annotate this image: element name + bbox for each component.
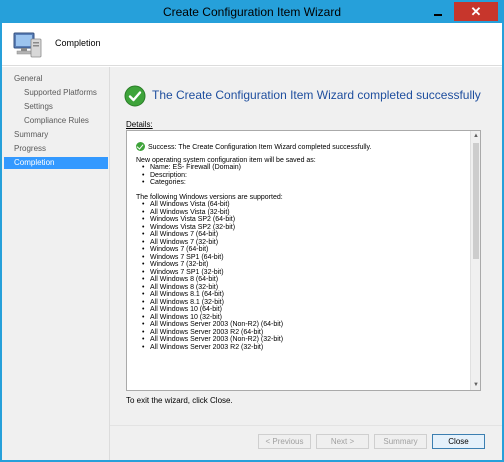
version-item: All Windows 10 (64-bit) [136,306,461,314]
details-box[interactable]: Success: The Create Configuration Item W… [126,130,481,391]
version-item: All Windows 8 (64-bit) [136,276,461,284]
version-item: All Windows Server 2003 (Non-R2) (32-bit… [136,336,461,344]
next-button[interactable]: Next > [316,434,369,449]
version-item: Windows Vista SP2 (32-bit) [136,224,461,232]
version-item: All Windows Vista (32-bit) [136,209,461,217]
version-item: All Windows 8 (32-bit) [136,284,461,292]
nav-item-completion[interactable]: Completion [4,157,108,169]
success-text: Success: The Create Configuration Item W… [148,144,372,151]
wizard-banner: Completion [2,23,502,66]
nav-item-supported-platforms[interactable]: Supported Platforms [4,87,108,99]
nav-item-progress[interactable]: Progress [4,143,108,155]
success-line: Success: The Create Configuration Item W… [136,142,461,151]
scroll-up-icon[interactable]: ▲ [471,131,480,141]
nav-item-compliance-rules[interactable]: Compliance Rules [4,115,108,127]
version-item: All Windows Server 2003 R2 (32-bit) [136,344,461,352]
version-item: All Windows 7 (32-bit) [136,239,461,247]
version-item: Windows 7 (64-bit) [136,246,461,254]
nav-item-summary[interactable]: Summary [4,129,108,141]
summary-button[interactable]: Summary [374,434,427,449]
wizard-nav: General Supported Platforms Settings Com… [2,67,110,460]
wizard-body: Completion General Supported Platforms S… [2,23,502,460]
nav-item-general[interactable]: General [4,73,108,85]
minimize-button[interactable] [426,2,450,21]
success-mini-icon [136,142,145,151]
computer-icon [13,32,42,58]
success-check-icon [124,85,146,107]
completion-headline: The Create Configuration Item Wizard com… [152,88,481,102]
version-item: Windows 7 SP1 (64-bit) [136,254,461,262]
previous-button[interactable]: < Previous [258,434,311,449]
details-label: Details: [126,120,153,129]
version-item: Windows 7 SP1 (32-bit) [136,269,461,277]
version-item: All Windows 7 (64-bit) [136,231,461,239]
exit-instructions: To exit the wizard, click Close. [126,396,233,405]
scroll-down-icon[interactable]: ▼ [471,380,480,390]
saved-item: Description: [136,172,461,180]
version-item: All Windows 10 (32-bit) [136,314,461,322]
close-window-button[interactable]: ✕ [454,2,498,21]
scroll-thumb[interactable] [473,143,479,259]
version-item: All Windows 8.1 (64-bit) [136,291,461,299]
version-item: All Windows 8.1 (32-bit) [136,299,461,307]
version-item: Windows 7 (32-bit) [136,261,461,269]
nav-item-settings[interactable]: Settings [4,101,108,113]
details-text: Success: The Create Configuration Item W… [136,142,461,351]
version-item: Windows Vista SP2 (64-bit) [136,216,461,224]
saved-item: Name: ES- Firewall (Domain) [136,164,461,172]
version-item: All Windows Vista (64-bit) [136,201,461,209]
version-item: All Windows Server 2003 (Non-R2) (64-bit… [136,321,461,329]
minimize-icon [434,13,442,16]
saved-intro: New operating system configuration item … [136,156,316,164]
versions-intro: The following Windows versions are suppo… [136,193,283,201]
details-scrollbar[interactable]: ▲ ▼ [470,131,480,390]
wizard-window: Create Configuration Item Wizard ✕ Compl… [0,0,504,462]
saved-list: Name: ES- Firewall (Domain)Description:C… [136,164,461,187]
page-title: Completion [55,38,101,48]
wizard-footer: < Previous Next > Summary Close [110,425,502,460]
saved-item: Categories: [136,179,461,187]
title-bar[interactable]: Create Configuration Item Wizard ✕ [2,2,502,23]
close-button[interactable]: Close [432,434,485,449]
versions-list: All Windows Vista (64-bit)All Windows Vi… [136,201,461,351]
wizard-content: The Create Configuration Item Wizard com… [110,67,502,460]
version-item: All Windows Server 2003 R2 (64-bit) [136,329,461,337]
